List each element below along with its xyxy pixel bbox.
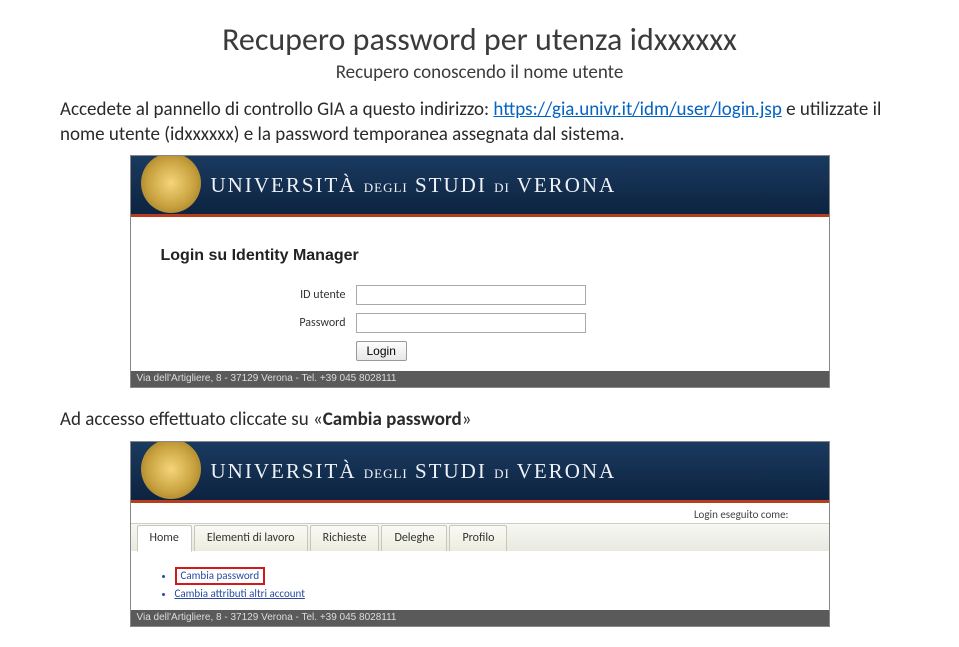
univ-word: DI xyxy=(494,180,510,195)
list-item-cambia-password[interactable]: Cambia password xyxy=(175,567,803,585)
banner-wrap: UNIVERSITÀ DEGLI STUDI DI VERONA Login e… xyxy=(131,442,829,523)
id-label: ID utente xyxy=(281,288,356,302)
links-list: Cambia password Cambia attributi altri a… xyxy=(157,567,803,600)
gia-link[interactable]: https://gia.univr.it/idm/user/login.jsp xyxy=(493,98,781,121)
login-as-label: Login eseguito come: xyxy=(694,508,789,521)
intro-paragraph-1: Accedete al pannello di controllo GIA a … xyxy=(60,98,899,147)
university-banner: UNIVERSITÀ DEGLI STUDI DI VERONA xyxy=(131,442,829,500)
page-subtitle: Recupero conoscendo il nome utente xyxy=(60,61,899,84)
password-input[interactable] xyxy=(356,313,586,333)
intro-paragraph-2: Ad accesso effettuato cliccate su «Cambi… xyxy=(60,408,899,433)
para2-text-b: » xyxy=(462,408,472,431)
univ-word: VERONA xyxy=(517,173,617,197)
loggedin-screenshot: UNIVERSITÀ DEGLI STUDI DI VERONA Login e… xyxy=(130,441,830,627)
univ-word: DEGLI xyxy=(364,180,408,195)
para2-text-a: Ad accesso effettuato cliccate su « xyxy=(60,408,323,431)
password-row: Password xyxy=(281,313,799,333)
univ-word: STUDI xyxy=(415,459,487,483)
tab-richieste[interactable]: Richieste xyxy=(310,525,380,551)
univ-word: DEGLI xyxy=(364,466,408,481)
footer-bar: Via dell'Artigliere, 8 - 37129 Verona - … xyxy=(131,610,829,626)
id-input[interactable] xyxy=(356,285,586,305)
univ-word: VERONA xyxy=(517,459,617,483)
university-name: UNIVERSITÀ DEGLI STUDI DI VERONA xyxy=(211,459,617,484)
university-name: UNIVERSITÀ DEGLI STUDI DI VERONA xyxy=(211,173,617,198)
footer-bar: Via dell'Artigliere, 8 - 37129 Verona - … xyxy=(131,371,829,387)
tab-profilo[interactable]: Profilo xyxy=(449,525,507,551)
id-row: ID utente xyxy=(281,285,799,305)
univ-word: STUDI xyxy=(415,173,487,197)
login-form-area: Login su Identity Manager ID utente Pass… xyxy=(131,217,829,371)
login-button-row: Login xyxy=(356,341,799,361)
univ-word: UNIVERSITÀ xyxy=(211,459,357,483)
tab-elementi[interactable]: Elementi di lavoro xyxy=(194,525,308,551)
university-seal-icon xyxy=(141,156,201,213)
password-label: Password xyxy=(281,316,356,330)
university-banner: UNIVERSITÀ DEGLI STUDI DI VERONA xyxy=(131,156,829,214)
page-title: Recupero password per utenza idxxxxxx xyxy=(60,20,899,59)
para2-bold: Cambia password xyxy=(323,408,462,431)
login-button[interactable]: Login xyxy=(356,341,407,361)
tabs-bar: Home Elementi di lavoro Richieste Delegh… xyxy=(131,523,829,551)
login-screenshot: UNIVERSITÀ DEGLI STUDI DI VERONA Login s… xyxy=(130,155,830,388)
list-item-cambia-attributi[interactable]: Cambia attributi altri account xyxy=(175,587,803,600)
univ-word: UNIVERSITÀ xyxy=(211,173,357,197)
highlight-box: Cambia password xyxy=(175,567,266,585)
tab-deleghe[interactable]: Deleghe xyxy=(381,525,447,551)
tab-content: Cambia password Cambia attributi altri a… xyxy=(131,551,829,610)
univ-word: DI xyxy=(494,466,510,481)
login-heading: Login su Identity Manager xyxy=(161,247,799,265)
para1-text-a: Accedete al pannello di controllo GIA a … xyxy=(60,98,493,121)
university-seal-icon xyxy=(141,442,201,499)
tab-home[interactable]: Home xyxy=(137,525,192,552)
